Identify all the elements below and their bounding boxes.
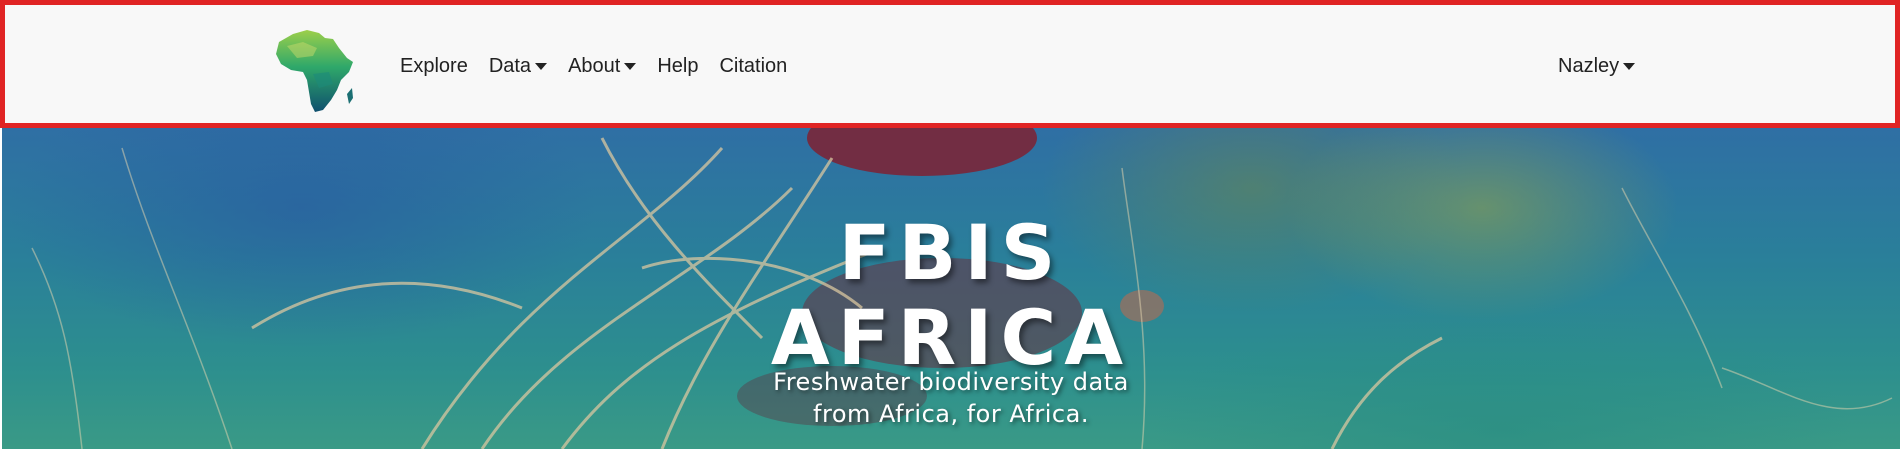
- africa-map-logo-icon[interactable]: [273, 28, 355, 114]
- hero-subtitle-line-2: from Africa, for Africa.: [813, 400, 1089, 428]
- hero-title-line-1: FBIS: [838, 208, 1064, 297]
- main-nav: Explore Data About Help Citation: [400, 55, 808, 78]
- nav-about-dropdown[interactable]: About: [568, 55, 637, 78]
- nav-explore[interactable]: Explore: [400, 55, 468, 78]
- caret-down-icon: [624, 63, 637, 70]
- nav-data-label: Data: [488, 55, 532, 77]
- user-menu-dropdown[interactable]: Nazley: [1558, 55, 1636, 78]
- nav-help[interactable]: Help: [657, 55, 698, 78]
- hero-banner: FBIS AFRICA Freshwater biodiversity data…: [2, 128, 1900, 449]
- hero-subtitle-line-1: Freshwater biodiversity data: [773, 368, 1129, 396]
- nav-about-label: About: [568, 55, 621, 77]
- nav-citation[interactable]: Citation: [719, 55, 787, 78]
- nav-data-dropdown[interactable]: Data: [488, 55, 548, 78]
- nav-explore-label: Explore: [400, 55, 468, 77]
- top-navbar: Explore Data About Help Citation Nazley: [0, 0, 1900, 128]
- caret-down-icon: [1623, 63, 1636, 70]
- user-name: Nazley: [1558, 55, 1620, 77]
- caret-down-icon: [535, 63, 548, 70]
- nav-citation-label: Citation: [719, 55, 788, 77]
- nav-help-label: Help: [657, 55, 699, 77]
